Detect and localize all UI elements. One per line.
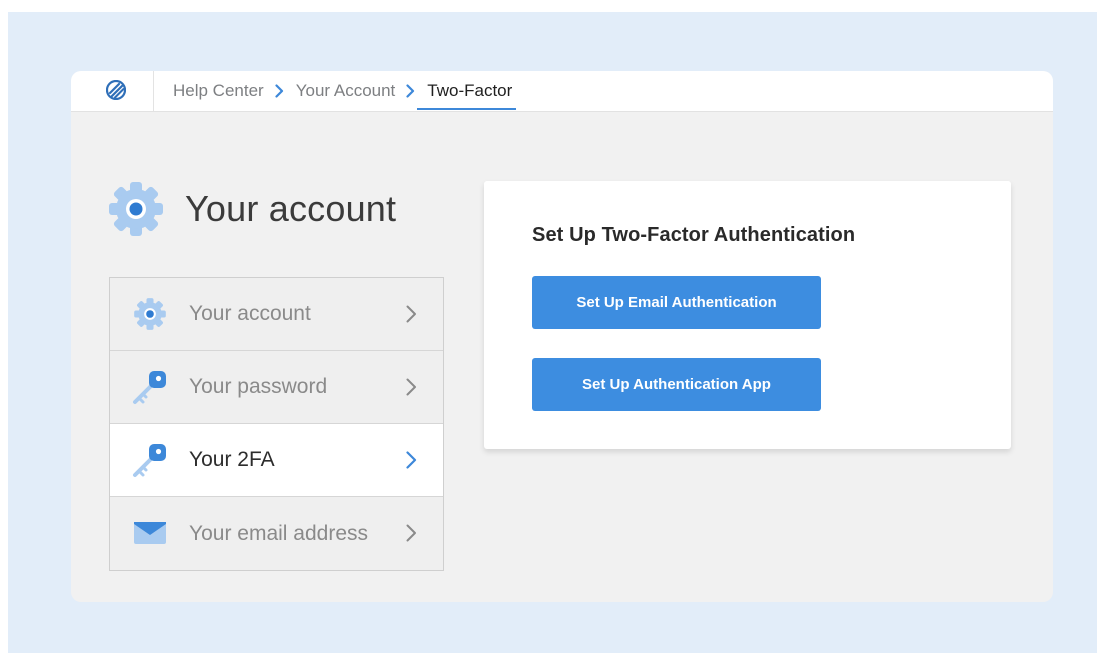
nav-item-your-account[interactable]: Your account	[110, 278, 443, 351]
chevron-right-icon	[406, 305, 416, 323]
breadcrumb: Help Center Your Account Two-Factor	[173, 71, 517, 111]
gear-icon	[109, 182, 163, 236]
setup-authentication-app-button[interactable]: Set Up Authentication App	[532, 358, 821, 411]
key-icon	[130, 367, 170, 407]
chevron-right-icon	[406, 378, 416, 396]
two-factor-setup-card: Set Up Two-Factor Authentication Set Up …	[484, 181, 1011, 449]
nav-item-your-password[interactable]: Your password	[110, 351, 443, 424]
breadcrumb-help-center[interactable]: Help Center	[173, 81, 264, 101]
account-section-header: Your account	[107, 179, 396, 239]
gear-icon	[130, 294, 170, 334]
nav-item-label: Your account	[189, 302, 311, 325]
chevron-right-icon	[406, 451, 417, 469]
breadcrumb-current-label: Two-Factor	[427, 81, 513, 100]
active-tab-underline	[417, 108, 517, 110]
breadcrumb-your-account[interactable]: Your Account	[296, 81, 396, 101]
nav-item-label: Your password	[189, 375, 328, 398]
nav-item-your-2fa[interactable]: Your 2FA	[110, 424, 443, 497]
help-center-window: Help Center Your Account Two-Factor Your…	[71, 71, 1053, 602]
top-navigation-bar: Help Center Your Account Two-Factor	[71, 71, 1053, 112]
nav-item-label: Your email address	[189, 521, 368, 545]
breadcrumb-current-page: Two-Factor	[417, 81, 517, 110]
logo-area[interactable]	[71, 71, 154, 111]
envelope-icon	[130, 513, 170, 553]
chevron-right-icon	[275, 84, 284, 98]
card-heading: Set Up Two-Factor Authentication	[532, 224, 856, 246]
brand-logo-icon	[106, 80, 126, 100]
nav-item-your-email-address[interactable]: Your email address	[110, 497, 443, 570]
chevron-right-icon	[406, 84, 415, 98]
account-section-title: Your account	[185, 188, 397, 229]
setup-email-authentication-button[interactable]: Set Up Email Authentication	[532, 276, 821, 329]
account-navigation-list: Your account Your password Your 2FA Your…	[109, 277, 444, 571]
nav-item-label: Your 2FA	[189, 448, 275, 471]
chevron-right-icon	[406, 524, 416, 542]
key-icon	[130, 440, 170, 480]
